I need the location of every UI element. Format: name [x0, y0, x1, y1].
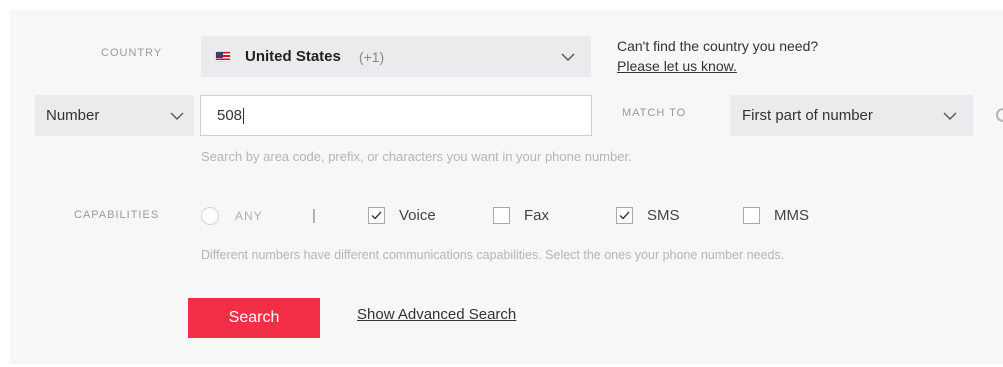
- match-to-select[interactable]: First part of number: [730, 95, 973, 136]
- sms-checkbox[interactable]: [616, 207, 633, 224]
- capability-any[interactable]: ANY: [201, 207, 263, 225]
- info-icon[interactable]: [996, 108, 1003, 122]
- capability-voice[interactable]: Voice: [368, 207, 436, 224]
- search-type-value: Number: [46, 107, 100, 124]
- mms-label: MMS: [774, 207, 809, 224]
- capability-sms[interactable]: SMS: [616, 207, 680, 224]
- country-help: Can't find the country you need? Please …: [617, 36, 818, 76]
- capability-mms[interactable]: MMS: [743, 207, 809, 224]
- capabilities-hint: Different numbers have different communi…: [201, 248, 785, 262]
- capability-fax[interactable]: Fax: [493, 207, 549, 224]
- fax-label: Fax: [524, 207, 550, 224]
- country-select[interactable]: United States (+1): [201, 36, 591, 77]
- capabilities-label: CAPABILITIES: [74, 209, 160, 221]
- voice-checkbox[interactable]: [368, 207, 385, 224]
- number-search-input[interactable]: 508: [200, 95, 592, 136]
- show-advanced-search-link[interactable]: Show Advanced Search: [357, 306, 516, 323]
- separator-text: |: [312, 207, 316, 224]
- search-type-select[interactable]: Number: [35, 95, 194, 136]
- search-button[interactable]: Search: [188, 298, 320, 338]
- text-cursor: [243, 107, 245, 124]
- checkmark-icon: [619, 211, 630, 220]
- any-radio[interactable]: [201, 207, 219, 225]
- mms-checkbox[interactable]: [743, 207, 760, 224]
- capability-separator: |: [312, 207, 316, 224]
- us-flag-icon: [215, 51, 231, 62]
- fax-checkbox[interactable]: [493, 207, 510, 224]
- voice-label: Voice: [399, 207, 436, 224]
- country-label: COUNTRY: [101, 47, 163, 59]
- capability-any-label: ANY: [235, 209, 263, 223]
- sms-label: SMS: [647, 207, 680, 224]
- number-search-value: 508: [217, 107, 243, 124]
- country-dial-code: (+1): [358, 48, 385, 65]
- number-search-hint: Search by area code, prefix, or characte…: [201, 149, 632, 164]
- match-to-value: First part of number: [742, 107, 873, 124]
- country-name: United States: [245, 48, 341, 65]
- chevron-down-icon: [170, 112, 184, 120]
- country-help-link[interactable]: Please let us know.: [617, 56, 818, 76]
- chevron-down-icon: [561, 53, 575, 61]
- checkmark-icon: [371, 211, 382, 220]
- match-to-label: MATCH TO: [622, 107, 687, 119]
- country-help-text: Can't find the country you need?: [617, 38, 819, 54]
- chevron-down-icon: [943, 112, 957, 120]
